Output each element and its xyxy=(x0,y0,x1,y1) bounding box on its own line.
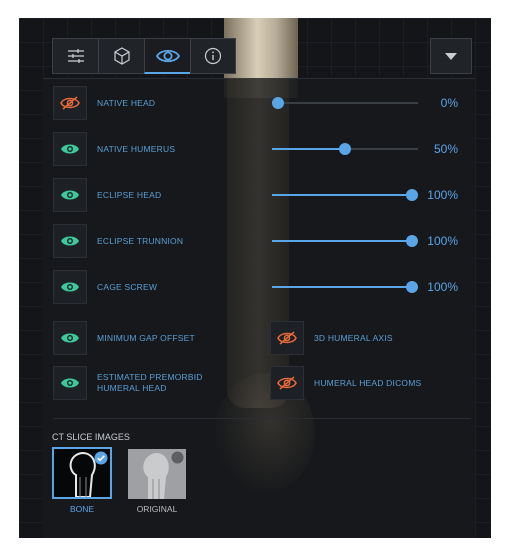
opacity-value: 100% xyxy=(427,234,458,248)
eye-icon xyxy=(61,282,79,292)
eye-off-icon xyxy=(277,376,297,390)
opacity-value: 0% xyxy=(440,96,458,110)
slider-knob[interactable] xyxy=(339,143,351,155)
toggle-row-humeral-head-dicoms: HUMERAL HEAD DICOMS xyxy=(270,366,421,400)
visibility-toggle-native-head[interactable] xyxy=(53,86,87,120)
toggle-row-3d-humeral-axis: 3D HUMERAL AXIS xyxy=(270,321,393,355)
opacity-value: 50% xyxy=(433,142,458,156)
layer-label: ECLIPSE HEAD xyxy=(97,189,162,200)
eye-icon xyxy=(155,49,180,62)
toggle-row-estimated-premorbid-humeral-head: ESTIMATED PREMORBID HUMERAL HEAD xyxy=(53,366,247,400)
sliders-icon xyxy=(67,49,84,63)
radio-circle-icon xyxy=(171,451,184,464)
ct-slice-title: CT SLICE IMAGES xyxy=(52,432,130,442)
layer-label: ECLIPSE TRUNNION xyxy=(97,235,184,246)
layer-label: CAGE SCREW xyxy=(97,281,158,292)
eye-icon xyxy=(61,378,79,388)
toolbar xyxy=(52,38,236,74)
layer-row-eclipse-head: ECLIPSE HEAD xyxy=(53,178,161,212)
layer-label: NATIVE HEAD xyxy=(97,97,156,108)
tab-settings[interactable] xyxy=(52,38,98,74)
slider-fill xyxy=(272,148,345,150)
layer-row-eclipse-trunnion: ECLIPSE TRUNNION xyxy=(53,224,183,258)
opacity-slider-native-humerus[interactable] xyxy=(272,142,418,156)
opacity-slider-cage-screw[interactable] xyxy=(272,280,418,294)
checkmark-icon xyxy=(94,451,108,465)
eye-icon xyxy=(61,236,79,246)
info-icon xyxy=(204,47,222,65)
tab-info[interactable] xyxy=(190,38,236,74)
visibility-toggle-eclipse-trunnion[interactable] xyxy=(53,224,87,258)
slider-fill xyxy=(272,286,412,288)
layer-label: NATIVE HUMERUS xyxy=(97,143,176,154)
eye-off-icon xyxy=(277,331,297,345)
opacity-value: 100% xyxy=(427,188,458,202)
visibility-toggle-3d-humeral-axis[interactable] xyxy=(270,321,304,355)
opacity-value: 100% xyxy=(427,280,458,294)
ct-option-label: ORIGINAL xyxy=(136,504,178,514)
visibility-toggle-native-humerus[interactable] xyxy=(53,132,87,166)
opacity-slider-native-head[interactable] xyxy=(272,96,418,110)
toggle-label: 3D HUMERAL AXIS xyxy=(314,332,393,343)
toggle-row-minimum-gap-offset: MINIMUM GAP OFFSET xyxy=(53,321,195,355)
tab-3d-view[interactable] xyxy=(98,38,144,74)
tab-visibility[interactable] xyxy=(144,38,190,74)
slider-track xyxy=(272,102,418,104)
ct-option-bone[interactable] xyxy=(52,447,112,499)
opacity-slider-eclipse-trunnion[interactable] xyxy=(272,234,418,248)
visibility-toggle-humeral-head-dicoms[interactable] xyxy=(270,366,304,400)
divider xyxy=(53,418,471,419)
eye-icon xyxy=(61,144,79,154)
viewer-frame: NATIVE HEAD 0% NATIVE HUMERUS 50% ECLIPS… xyxy=(19,18,491,538)
dropdown-button[interactable] xyxy=(430,38,472,74)
ct-option-original[interactable] xyxy=(128,449,186,499)
eye-icon xyxy=(61,333,79,343)
toggle-label: MINIMUM GAP OFFSET xyxy=(97,332,195,343)
slider-knob[interactable] xyxy=(272,97,284,109)
layer-row-cage-screw: CAGE SCREW xyxy=(53,270,157,304)
layer-row-native-head: NATIVE HEAD xyxy=(53,86,155,120)
toggle-label: ESTIMATED PREMORBID HUMERAL HEAD xyxy=(97,372,203,393)
toggle-label: HUMERAL HEAD DICOMS xyxy=(314,377,422,388)
visibility-toggle-minimum-gap-offset[interactable] xyxy=(53,321,87,355)
slider-fill xyxy=(272,194,412,196)
eye-off-icon xyxy=(60,96,80,110)
chevron-down-icon xyxy=(445,52,457,60)
ct-option-label: BONE xyxy=(69,504,95,514)
slider-fill xyxy=(272,240,412,242)
layer-row-native-humerus: NATIVE HUMERUS xyxy=(53,132,175,166)
visibility-toggle-premorbid-head[interactable] xyxy=(53,366,87,400)
opacity-slider-eclipse-head[interactable] xyxy=(272,188,418,202)
visibility-toggle-cage-screw[interactable] xyxy=(53,270,87,304)
visibility-toggle-eclipse-head[interactable] xyxy=(53,178,87,212)
eye-icon xyxy=(61,190,79,200)
cube-icon xyxy=(113,47,130,65)
